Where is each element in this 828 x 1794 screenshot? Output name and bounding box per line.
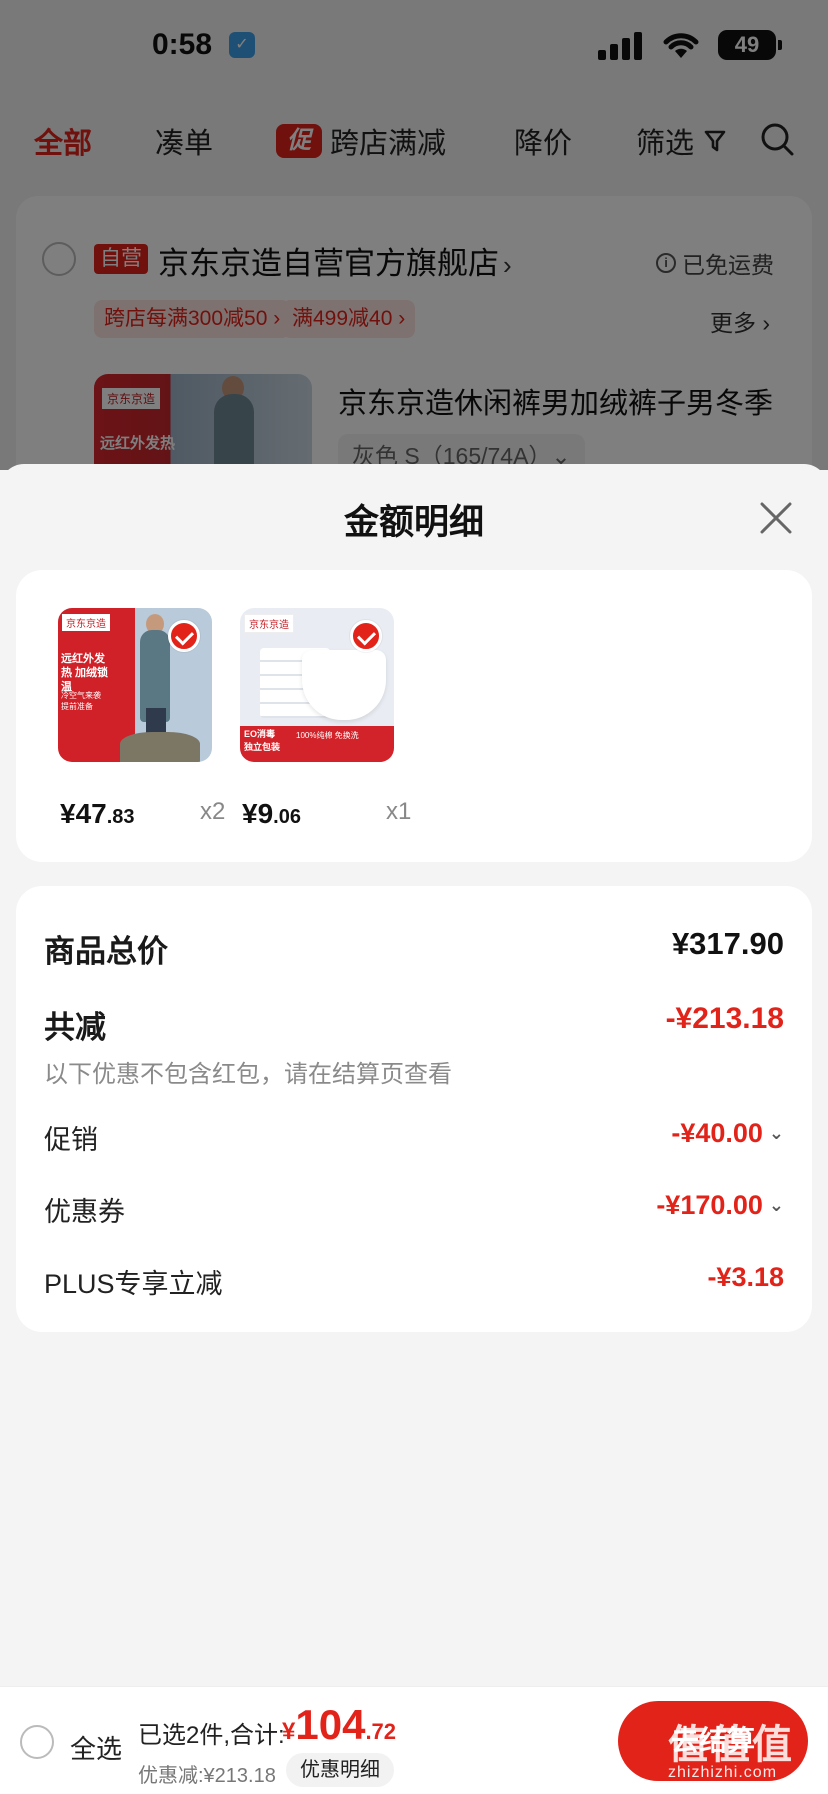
checked-icon [350, 620, 382, 652]
chevron-down-icon: ⌄ [768, 1123, 784, 1143]
currency-symbol: ¥ [282, 1718, 296, 1745]
total-amount: ¥104.72 [282, 1701, 396, 1749]
plus-discount-value: -¥3.18 [707, 1262, 784, 1292]
brand-label: 京东京造 [62, 614, 110, 631]
item-tagline: EO消毒 独立包装 [244, 729, 281, 752]
total-reduction-label: 共减 [44, 1010, 106, 1045]
promotion-amount: -¥40.00 [671, 1118, 763, 1148]
watermark-url: zhizhizhi.com [668, 1764, 778, 1781]
item-price: ¥47.83 [60, 798, 135, 830]
price-decimal: .06 [273, 806, 301, 828]
item-tagline-sub: 100%纯棉 免换洗 [296, 731, 359, 740]
item-image: 京东京造 EO消毒 独立包装 100%纯棉 免换洗 [240, 608, 394, 762]
product-shape [302, 650, 386, 720]
total-price-label: 商品总价 [44, 934, 168, 969]
amount-detail-sheet: 金额明细 京东京造 远红外发热 加绒锁温 冷空气来袭 提前准备 ¥47.83 x… [0, 464, 828, 1794]
close-icon[interactable] [756, 498, 796, 538]
select-all-radio[interactable] [20, 1725, 54, 1759]
item-tagline: 远红外发热 加绒锁温 [61, 653, 109, 693]
selected-items-card: 京东京造 远红外发热 加绒锁温 冷空气来袭 提前准备 ¥47.83 x2 京东京… [16, 570, 812, 862]
checked-icon [168, 620, 200, 652]
coupon-label: 优惠券 [44, 1197, 125, 1227]
total-price-value: ¥317.90 [671, 926, 784, 961]
selected-count: 已选2件,合计: [138, 1722, 285, 1749]
discount-note: 以下优惠不包含红包，请在结算页查看 [44, 1061, 452, 1088]
price-integer: ¥9 [242, 798, 274, 829]
coupon-amount: -¥170.00 [656, 1190, 763, 1220]
item-image: 京东京造 远红外发热 加绒锁温 冷空气来袭 提前准备 [58, 608, 212, 762]
total-integer: 104 [295, 1701, 366, 1748]
chevron-down-icon: ⌄ [768, 1195, 784, 1215]
price-integer: ¥47 [60, 798, 107, 829]
price-summary-card: 商品总价 ¥317.90 共减 -¥213.18 以下优惠不包含红包，请在结算页… [16, 886, 812, 1332]
discount-amount: 优惠减:¥213.18 [138, 1765, 276, 1787]
watermark: 值值值 [668, 1723, 794, 1767]
sheet-title: 金额明细 [343, 503, 484, 542]
item-tagline-sub: 冷空气来袭 提前准备 [61, 691, 101, 711]
total-decimal: .72 [365, 1719, 397, 1744]
modal-overlay[interactable] [0, 0, 828, 470]
promotion-value: -¥40.00 ⌄ [671, 1118, 784, 1149]
item-quantity: x1 [386, 798, 412, 825]
item-price: ¥9.06 [242, 798, 301, 830]
selected-item[interactable]: 京东京造 EO消毒 独立包装 100%纯棉 免换洗 ¥9.06 x1 [240, 608, 411, 830]
item-quantity: x2 [200, 798, 226, 825]
price-decimal: .83 [106, 806, 135, 828]
brand-label: 京东京造 [244, 614, 294, 633]
total-reduction-value: -¥213.18 [665, 1002, 784, 1035]
promotion-label: 促销 [44, 1125, 98, 1155]
selected-item[interactable]: 京东京造 远红外发热 加绒锁温 冷空气来袭 提前准备 ¥47.83 x2 [58, 608, 225, 830]
rock [120, 732, 200, 762]
select-all-label[interactable]: 全选 [70, 1729, 122, 1766]
plus-discount-label: PLUS专享立减 [44, 1269, 223, 1299]
coupon-value: -¥170.00 ⌄ [656, 1190, 784, 1221]
discount-detail-button[interactable]: 优惠明细 [286, 1753, 394, 1787]
